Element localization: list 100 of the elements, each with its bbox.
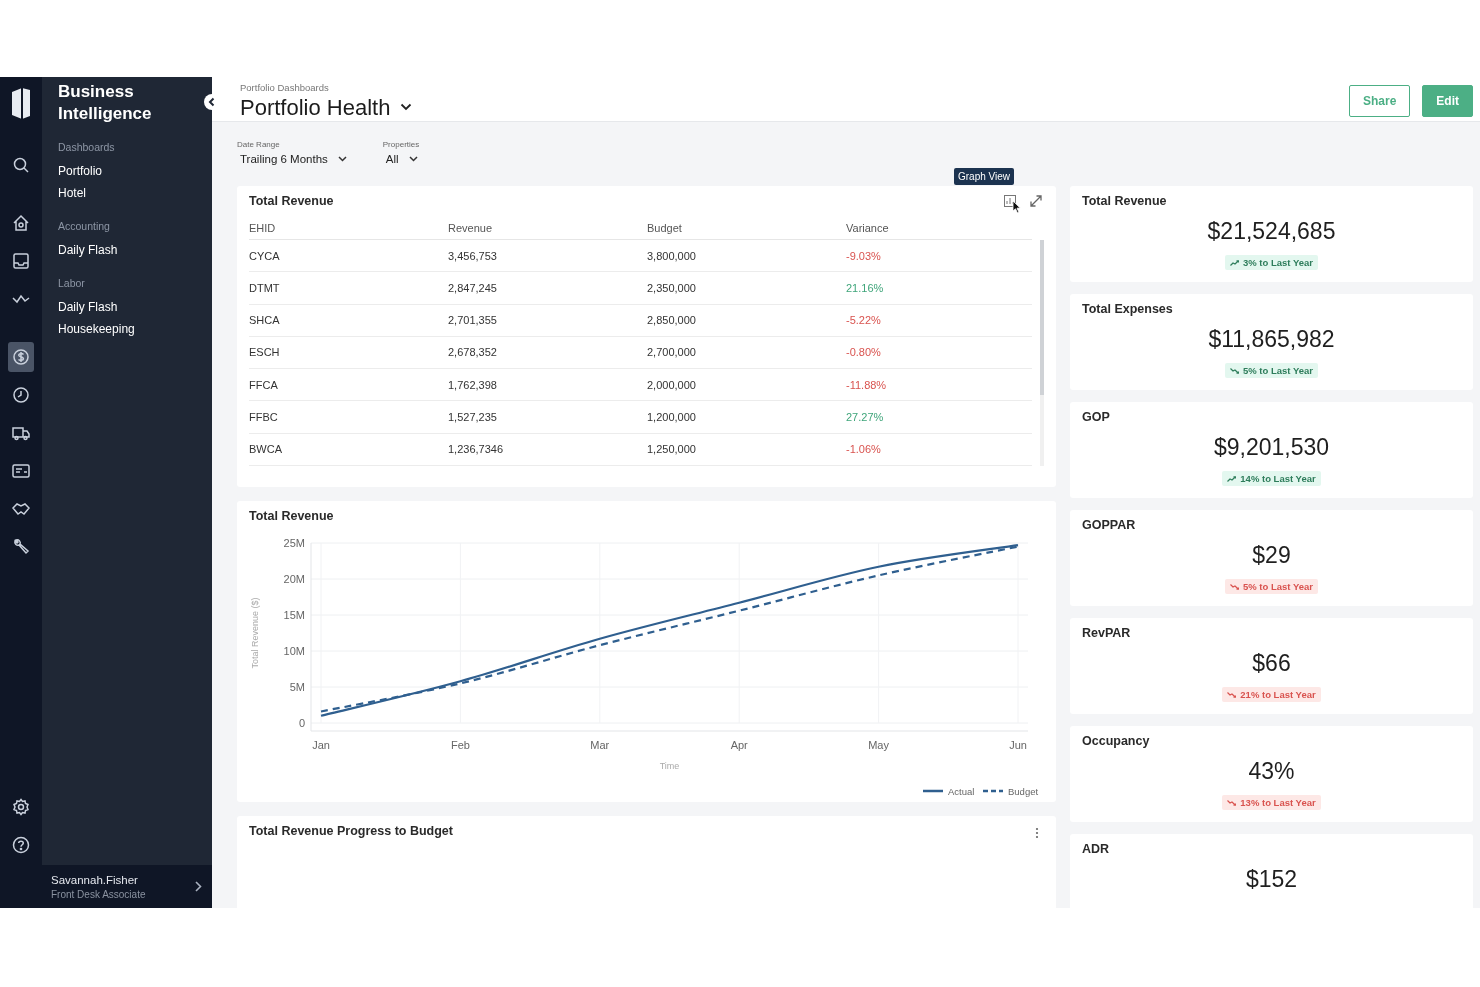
table-cell: -0.80%: [846, 336, 1032, 369]
table-cell: 1,527,235: [448, 400, 647, 434]
chevron-down-icon[interactable]: [408, 156, 418, 162]
table-cell: 2,700,000: [647, 336, 846, 369]
section-heading: Dashboards: [58, 141, 116, 153]
column-header: Budget: [647, 222, 846, 240]
change-badge: 5% to Last Year: [1224, 579, 1319, 594]
filter-dropdown[interactable]: All: [382, 153, 453, 165]
logo-icon: [10, 86, 32, 122]
table-cell: 1,200,000: [647, 400, 846, 434]
change-badge: 21% to Last Year: [1222, 687, 1321, 702]
table-cell: 27.27%: [846, 400, 1032, 434]
x-tick-label: May: [868, 739, 889, 751]
legend-label: Budget: [1008, 786, 1039, 797]
card-title: Total Revenue: [249, 509, 335, 523]
legend-label: Actual: [948, 786, 975, 797]
chevron-down-icon[interactable]: [337, 156, 347, 162]
kpi-title: Total Expenses: [1082, 302, 1173, 316]
kpi-title: RevPAR: [1082, 626, 1131, 640]
breadcrumb[interactable]: Portfolio Dashboards: [240, 82, 413, 93]
table-cell: 1,250,000: [647, 433, 846, 466]
kpi-title: ADR: [1082, 842, 1110, 856]
table-cell: 2,850,000: [647, 304, 846, 337]
card-title: Total Revenue: [249, 194, 334, 208]
sidebar-item[interactable]: Housekeeping: [58, 318, 196, 340]
legend-swatch: [983, 789, 1003, 793]
table-cell: 2,701,355: [448, 304, 647, 337]
sidebar-item[interactable]: Portfolio: [58, 160, 196, 182]
kpi-value: $9,201,530: [1213, 434, 1330, 461]
table-cell: ESCH: [249, 336, 448, 369]
dollar-icon[interactable]: [8, 342, 34, 372]
table-cell: 1,762,398: [448, 368, 647, 401]
x-tick-label: Feb: [450, 739, 470, 751]
y-tick-label: 5M: [289, 681, 305, 693]
app-title: Business Intelligence: [57, 81, 153, 125]
filter-label: Date Range: [237, 140, 281, 149]
table-cell: DTMT: [249, 271, 448, 305]
x-tick-label: Jan: [312, 739, 330, 751]
cursor-icon: [1012, 200, 1021, 214]
change-badge: 5% to Last Year: [1224, 363, 1319, 378]
change-badge: 14% to Last Year: [1222, 471, 1321, 486]
change-badge: 3% to Last Year: [1224, 255, 1319, 270]
table-cell: BWCA: [249, 433, 448, 466]
table-cell: -5.22%: [846, 304, 1032, 337]
table-cell: FFBC: [249, 400, 448, 434]
y-tick-label: 20M: [283, 573, 305, 585]
y-tick-label: 0: [298, 717, 305, 729]
table-cell: -9.03%: [846, 239, 1032, 272]
table-cell: CYCA: [249, 239, 448, 272]
page-title: Portfolio Health: [240, 95, 391, 121]
table-cell: 2,678,352: [448, 336, 647, 369]
sidebar-item[interactable]: Daily Flash: [58, 296, 196, 318]
kpi-title: Occupancy: [1082, 734, 1150, 748]
table-cell: 2,847,245: [448, 271, 647, 305]
chevron-right-icon[interactable]: [195, 881, 202, 892]
x-tick-label: Jun: [1009, 739, 1027, 751]
table-cell: -1.06%: [846, 433, 1032, 466]
column-header: EHID: [249, 222, 448, 240]
tooltip: Graph View: [954, 168, 1015, 185]
table-cell: 1,236,7346: [448, 433, 647, 466]
change-badge: 13% to Last Year: [1222, 795, 1321, 810]
kpi-value: $11,865,982: [1208, 326, 1335, 353]
more-icon[interactable]: [1035, 827, 1039, 839]
kpi-title: GOP: [1082, 410, 1110, 424]
kpi-value: $66: [1252, 650, 1291, 677]
x-tick-label: Apr: [730, 739, 748, 751]
table-cell: 3,456,753: [448, 239, 647, 272]
card-title: Total Revenue Progress to Budget: [249, 824, 453, 838]
column-header: Revenue: [448, 222, 647, 240]
y-tick-label: 10M: [283, 645, 305, 657]
scrollbar[interactable]: [1040, 240, 1044, 466]
legend-swatch: [923, 789, 943, 793]
kpi-value: $152: [1245, 866, 1298, 893]
kpi-title: Total Revenue: [1082, 194, 1167, 208]
kpi-value: $21,524,685: [1207, 218, 1336, 245]
table-cell: 3,800,000: [647, 239, 846, 272]
table-cell: 2,000,000: [647, 368, 846, 401]
user-name: Savannah.Fisher: [51, 873, 139, 886]
kpi-title: GOPPAR: [1082, 518, 1136, 532]
expand-icon[interactable]: [1030, 195, 1042, 207]
y-tick-label: 25M: [283, 537, 305, 549]
filter-label: Properties: [382, 140, 421, 149]
column-header: Variance: [846, 222, 1032, 240]
table-cell: -11.88%: [846, 368, 1032, 401]
kpi-value: 43%: [1248, 758, 1295, 785]
table-cell: 2,350,000: [647, 271, 846, 305]
x-axis-title: Time: [659, 761, 680, 771]
y-tick-label: 15M: [283, 609, 305, 621]
y-axis-title: Total Revenue ($): [250, 597, 260, 669]
filter-dropdown[interactable]: Trailing 6 Months: [237, 153, 347, 165]
sidebar-item[interactable]: Daily Flash: [58, 239, 196, 261]
kpi-value: $29: [1252, 542, 1291, 569]
section-heading: Labor: [58, 277, 86, 289]
table-cell: 21.16%: [846, 271, 1032, 305]
section-heading: Accounting: [58, 220, 111, 232]
sidebar-item[interactable]: Hotel: [58, 182, 196, 204]
table-cell: FFCA: [249, 368, 448, 401]
chevron-down-icon[interactable]: [400, 103, 413, 111]
table-cell: SHCA: [249, 304, 448, 337]
chart-icon[interactable]: [1004, 195, 1016, 207]
